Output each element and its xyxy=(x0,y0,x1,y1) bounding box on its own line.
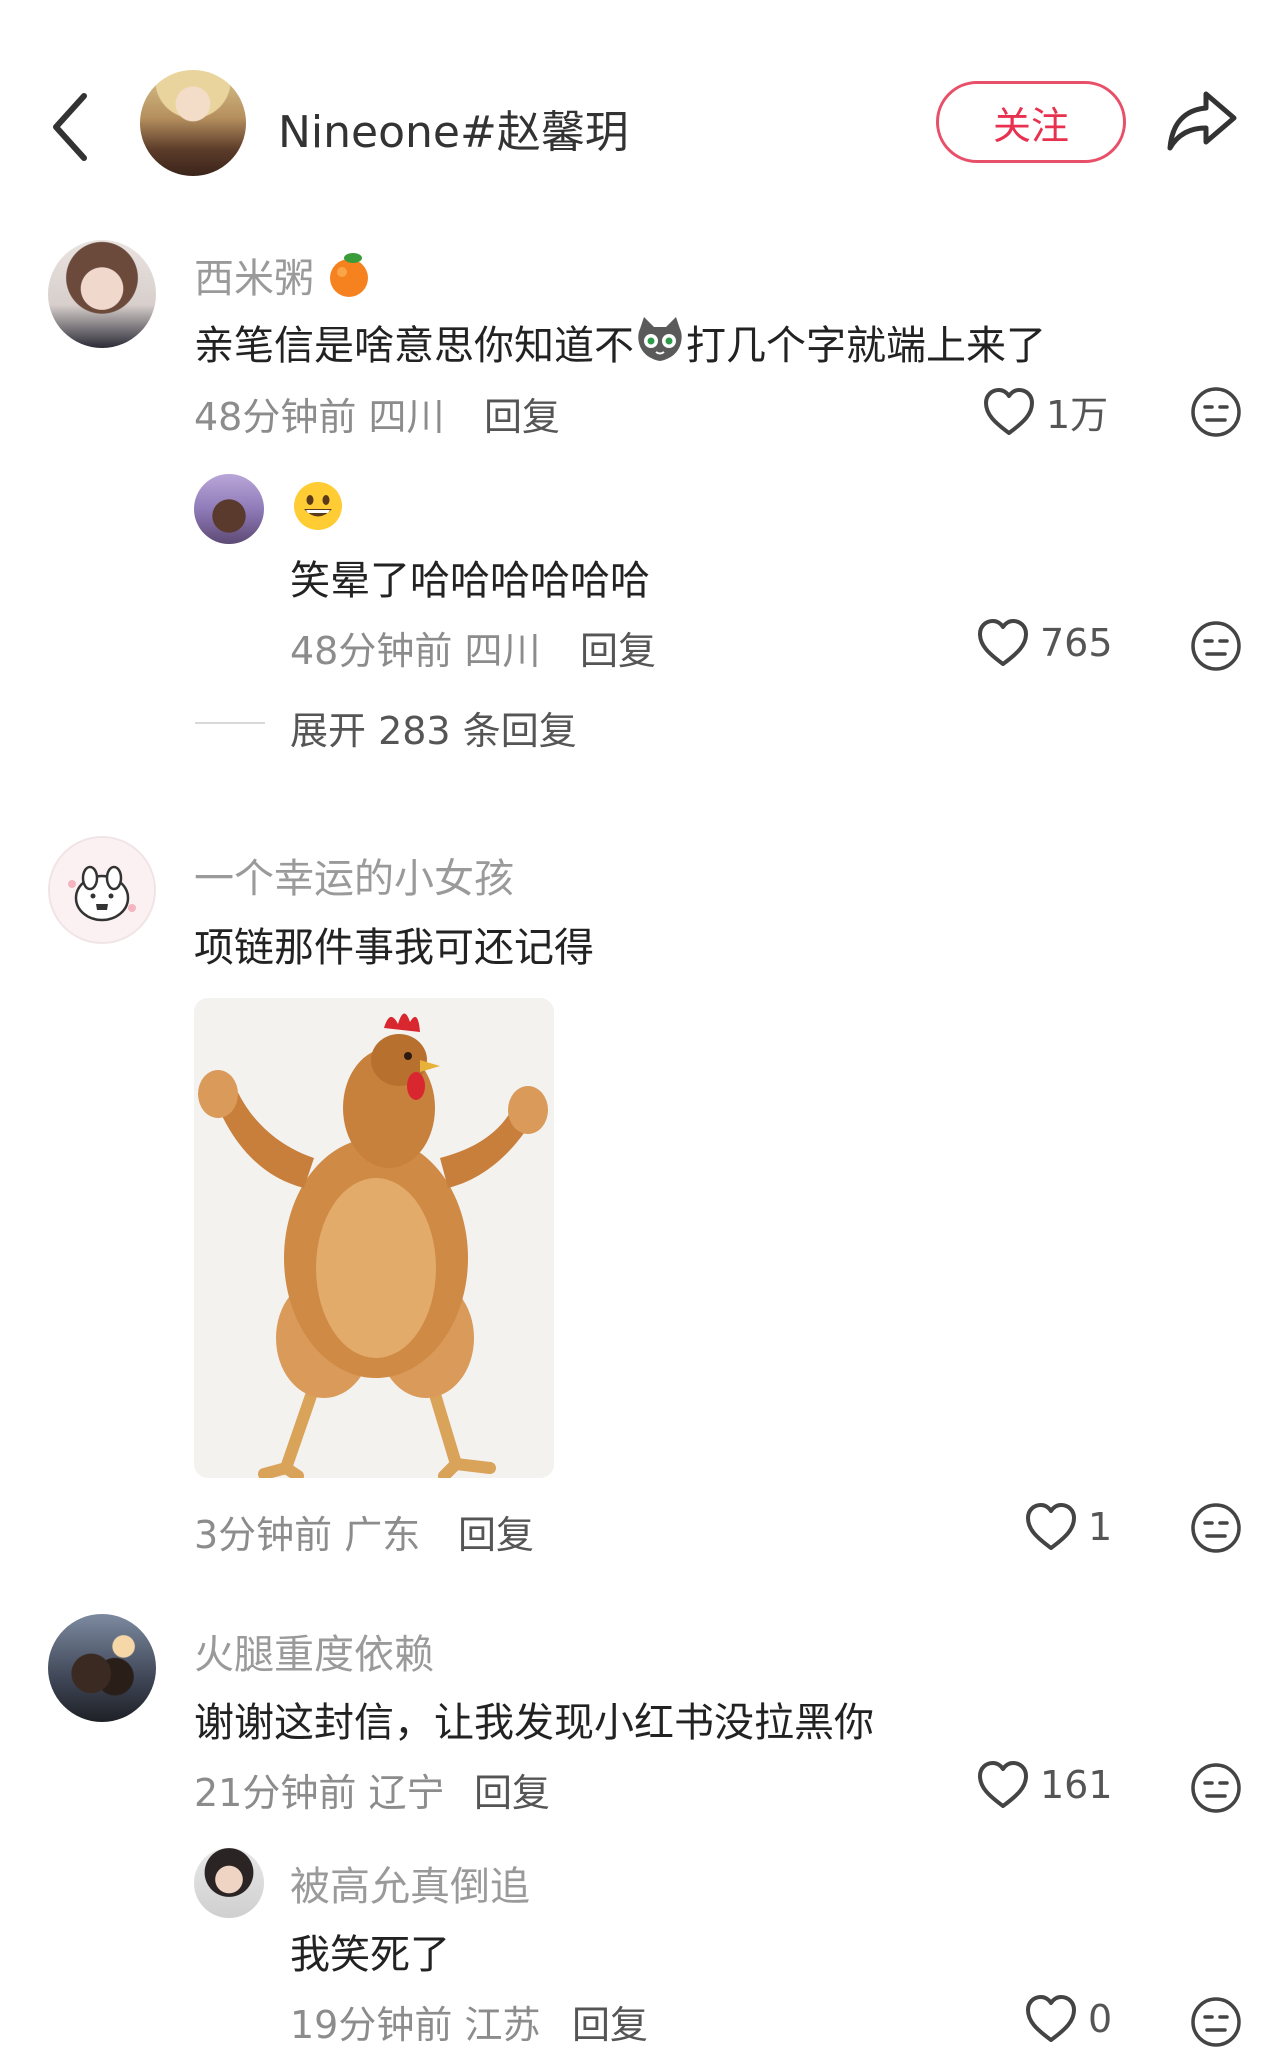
like-count: 765 xyxy=(1040,621,1113,665)
like-button[interactable]: 1万 xyxy=(982,384,1108,439)
comment-image-muscle-chicken[interactable] xyxy=(194,998,554,1478)
reply-time-location: 48分钟前 四川 xyxy=(290,629,541,673)
comment-time-location: 21分钟前 辽宁 xyxy=(194,1771,445,1815)
back-button[interactable] xyxy=(50,92,90,162)
reply-avatar[interactable] xyxy=(194,474,264,544)
comment-avatar[interactable] xyxy=(48,1614,156,1722)
reply-button[interactable]: 回复 xyxy=(572,1994,648,2049)
comment-time-location: 48分钟前 四川 xyxy=(194,395,445,439)
reply-username[interactable]: 被高允真倒追 xyxy=(290,1854,530,1912)
heart-icon xyxy=(984,387,1034,435)
heart-icon xyxy=(978,619,1028,666)
heart-icon xyxy=(1026,1503,1076,1550)
author-name[interactable]: Nineone#赵馨玥 xyxy=(278,96,629,160)
comment-avatar[interactable] xyxy=(48,240,156,348)
dislike-face-icon[interactable] xyxy=(1190,1762,1242,1814)
comment-text: 项链那件事我可还记得 xyxy=(194,925,594,971)
share-button[interactable] xyxy=(1166,88,1238,154)
reply-text: 我笑死了 xyxy=(290,1932,450,1978)
reply-text: 笑晕了哈哈哈哈哈哈 xyxy=(290,558,650,604)
comment-username[interactable]: 西米粥 xyxy=(194,246,371,304)
heart-icon xyxy=(1026,1995,1076,2042)
grinning-face-emoji-icon xyxy=(294,482,342,530)
orange-emoji-icon xyxy=(329,253,368,297)
dislike-face-icon[interactable] xyxy=(1190,386,1242,438)
bunny-avatar-icon xyxy=(68,865,136,922)
dislike-face-icon[interactable] xyxy=(1190,1502,1242,1554)
reply-button[interactable]: 回复 xyxy=(484,386,560,441)
reply-avatar[interactable] xyxy=(194,1848,264,1918)
comment-text: 谢谢这封信，让我发现小红书没拉黑你 xyxy=(194,1700,874,1746)
dislike-face-icon[interactable] xyxy=(1190,1996,1242,2048)
like-count: 1万 xyxy=(1046,393,1109,437)
dislike-face-icon[interactable] xyxy=(1190,620,1242,672)
comment-text: 亲笔信是啥意思你知道不 打几个字就端上来了 xyxy=(194,313,1046,371)
comment-avatar[interactable] xyxy=(48,836,156,944)
comment-time-location: 3分钟前 广东 xyxy=(194,1513,421,1557)
reply-button[interactable]: 回复 xyxy=(458,1504,534,1559)
like-button[interactable]: 765 xyxy=(976,618,1113,668)
like-count: 0 xyxy=(1088,1997,1113,2041)
comment-username[interactable]: 火腿重度依赖 xyxy=(194,1622,434,1680)
back-arrow-icon xyxy=(53,93,87,161)
like-button[interactable]: 1 xyxy=(1024,1502,1112,1552)
cat-face-emoji-icon xyxy=(638,317,682,361)
author-avatar[interactable] xyxy=(140,70,246,176)
expand-replies-link[interactable]: 展开 283 条回复 xyxy=(290,700,577,755)
comment-username[interactable]: 一个幸运的小女孩 xyxy=(194,846,514,904)
reply-button[interactable]: 回复 xyxy=(580,620,656,675)
like-button[interactable]: 161 xyxy=(976,1760,1113,1810)
reply-time-location: 19分钟前 江苏 xyxy=(290,2003,541,2047)
follow-button[interactable]: 关注 xyxy=(936,81,1126,163)
chicken-illustration xyxy=(194,998,554,1478)
like-count: 161 xyxy=(1040,1763,1113,1807)
like-button[interactable]: 0 xyxy=(1024,1994,1112,2044)
like-count: 1 xyxy=(1088,1505,1113,1549)
expand-divider xyxy=(195,722,265,724)
reply-button[interactable]: 回复 xyxy=(474,1762,550,1817)
share-icon xyxy=(1167,91,1237,151)
heart-icon xyxy=(978,1761,1028,1808)
